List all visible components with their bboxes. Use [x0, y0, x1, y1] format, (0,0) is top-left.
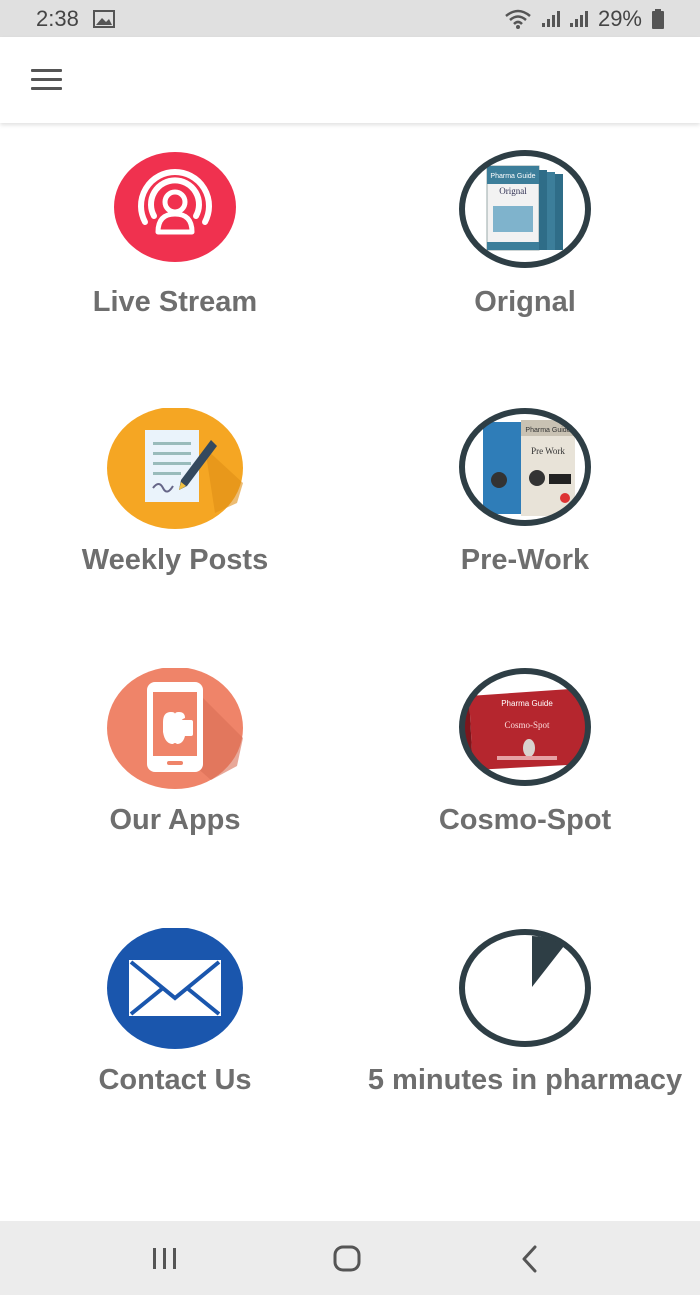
- tile-cosmo-spot[interactable]: Pharma Guide Cosmo-Spot Cosmo-Spot: [350, 668, 700, 928]
- book-brand: Pharma Guide: [501, 699, 553, 708]
- book-title: Orignal: [499, 186, 527, 196]
- recent-apps-icon: [153, 1248, 176, 1269]
- envelope-icon: [107, 927, 243, 1052]
- home-icon: [333, 1245, 361, 1272]
- book-title: Cosmo-Spot: [504, 720, 550, 730]
- book-title: Pre Work: [531, 446, 565, 456]
- tile-pre-work[interactable]: Pharma Guide Pre Work Pre-Work: [350, 408, 700, 668]
- tile-5-minutes-in-pharmacy[interactable]: 5 minutes in pharmacy: [350, 928, 700, 1188]
- status-bar: 2:38 29%: [0, 0, 700, 37]
- book-set-icon: Pharma Guide Pre Work: [457, 408, 593, 532]
- menu-icon: [31, 69, 62, 72]
- signal-icon: [569, 10, 588, 27]
- tile-label: Live Stream: [92, 286, 258, 318]
- battery-percent: 29%: [597, 5, 642, 31]
- tile-weekly-posts[interactable]: Weekly Posts: [0, 407, 350, 668]
- signal-icon: [541, 10, 560, 27]
- tile-label: Our Apps: [109, 804, 241, 836]
- live-stream-icon: [107, 150, 243, 274]
- document-pen-icon: [107, 407, 243, 532]
- tile-orignal[interactable]: Pharma Guide Orignal Orignal: [350, 150, 700, 410]
- back-button[interactable]: [504, 1239, 554, 1279]
- tile-label: Weekly Posts: [81, 544, 269, 576]
- gallery-icon: [92, 9, 115, 28]
- app-bar: [0, 37, 700, 123]
- system-nav-bar: [0, 1221, 700, 1295]
- tile-label: Pre-Work: [460, 544, 590, 576]
- tile-label: 5 minutes in pharmacy: [367, 1064, 683, 1096]
- status-time: 2:38: [36, 5, 79, 31]
- book-brand: Pharma Guide: [490, 173, 535, 180]
- book-icon: Pharma Guide Cosmo-Spot: [457, 668, 593, 792]
- tile-contact-us[interactable]: Contact Us: [0, 927, 350, 1188]
- smartphone-icon: [107, 667, 243, 792]
- back-icon: [522, 1245, 537, 1273]
- battery-icon: [652, 8, 664, 29]
- tile-label: Contact Us: [98, 1064, 252, 1096]
- tile-live-stream[interactable]: Live Stream: [0, 150, 350, 410]
- tile-our-apps[interactable]: Our Apps: [0, 667, 350, 928]
- recent-apps-button[interactable]: [140, 1239, 190, 1279]
- book-brand: Pharma Guide: [525, 427, 570, 434]
- timer-icon: [457, 928, 593, 1052]
- book-set-icon: Pharma Guide Orignal: [457, 150, 593, 274]
- tile-label: Orignal: [474, 286, 576, 318]
- home-button[interactable]: [322, 1239, 372, 1279]
- wifi-icon: [505, 9, 531, 29]
- menu-button[interactable]: [29, 67, 65, 93]
- tile-label: Cosmo-Spot: [438, 804, 612, 836]
